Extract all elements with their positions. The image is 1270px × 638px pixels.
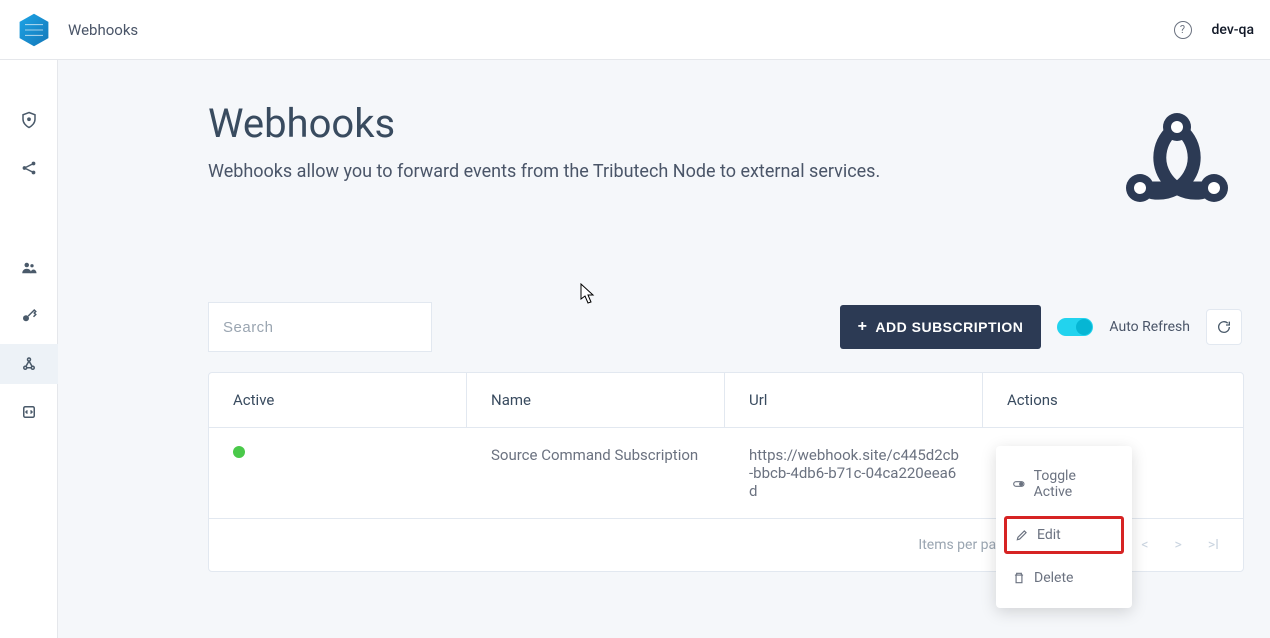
trash-icon <box>1012 571 1026 585</box>
menu-toggle-active[interactable]: Toggle Active <box>996 456 1132 512</box>
cell-active <box>209 428 467 519</box>
sidebar-item-share[interactable] <box>0 148 58 188</box>
page-subtitle: Webhooks allow you to forward events fro… <box>208 161 880 182</box>
active-status-dot <box>233 446 245 458</box>
col-name[interactable]: Name <box>467 373 725 428</box>
menu-delete[interactable]: Delete <box>996 558 1132 598</box>
breadcrumb-title: Webhooks <box>68 21 138 39</box>
add-subscription-label: ADD SUBSCRIPTION <box>875 319 1023 335</box>
menu-toggle-active-label: Toggle Active <box>1034 468 1116 500</box>
toggle-icon <box>1012 477 1026 491</box>
menu-edit-label: Edit <box>1037 527 1061 543</box>
cell-url: https://webhook.site/c445d2cb-bbcb-4db6-… <box>725 428 983 519</box>
app-logo <box>16 12 52 48</box>
sidebar-item-webhooks[interactable] <box>0 344 58 384</box>
prev-page-button[interactable]: < <box>1137 537 1152 553</box>
table-header: Active Name Url Actions <box>209 373 1243 428</box>
webhook-graphic-icon <box>1112 100 1242 230</box>
sidebar-item-code[interactable] <box>0 392 58 432</box>
topbar: Webhooks ? dev-qa <box>0 0 1270 60</box>
col-url[interactable]: Url <box>725 373 983 428</box>
refresh-button[interactable] <box>1206 309 1242 345</box>
sidebar-item-privacy[interactable] <box>0 100 58 140</box>
menu-delete-label: Delete <box>1034 570 1073 586</box>
cell-name: Source Command Subscription <box>467 428 725 519</box>
next-page-button[interactable]: > <box>1171 537 1186 553</box>
mouse-cursor <box>580 283 596 305</box>
plus-icon: + <box>858 318 868 336</box>
auto-refresh-toggle[interactable] <box>1057 318 1093 336</box>
search-box[interactable] <box>208 302 432 352</box>
add-subscription-button[interactable]: + ADD SUBSCRIPTION <box>840 305 1042 349</box>
help-icon[interactable]: ? <box>1174 21 1192 39</box>
auto-refresh-label: Auto Refresh <box>1109 319 1190 335</box>
row-actions-menu: Toggle Active Edit Delete <box>996 446 1132 608</box>
col-active[interactable]: Active <box>209 373 467 428</box>
sidebar-item-keys[interactable] <box>0 296 58 336</box>
menu-edit[interactable]: Edit <box>1004 516 1124 554</box>
search-input[interactable] <box>223 319 422 336</box>
user-menu[interactable]: dev-qa <box>1212 22 1254 38</box>
last-page-button[interactable]: >I <box>1204 537 1223 553</box>
sidebar <box>0 60 58 638</box>
col-actions: Actions <box>983 373 1243 428</box>
edit-icon <box>1015 528 1029 542</box>
page-title: Webhooks <box>208 100 880 147</box>
sidebar-item-users[interactable] <box>0 248 58 288</box>
refresh-icon <box>1216 319 1232 335</box>
